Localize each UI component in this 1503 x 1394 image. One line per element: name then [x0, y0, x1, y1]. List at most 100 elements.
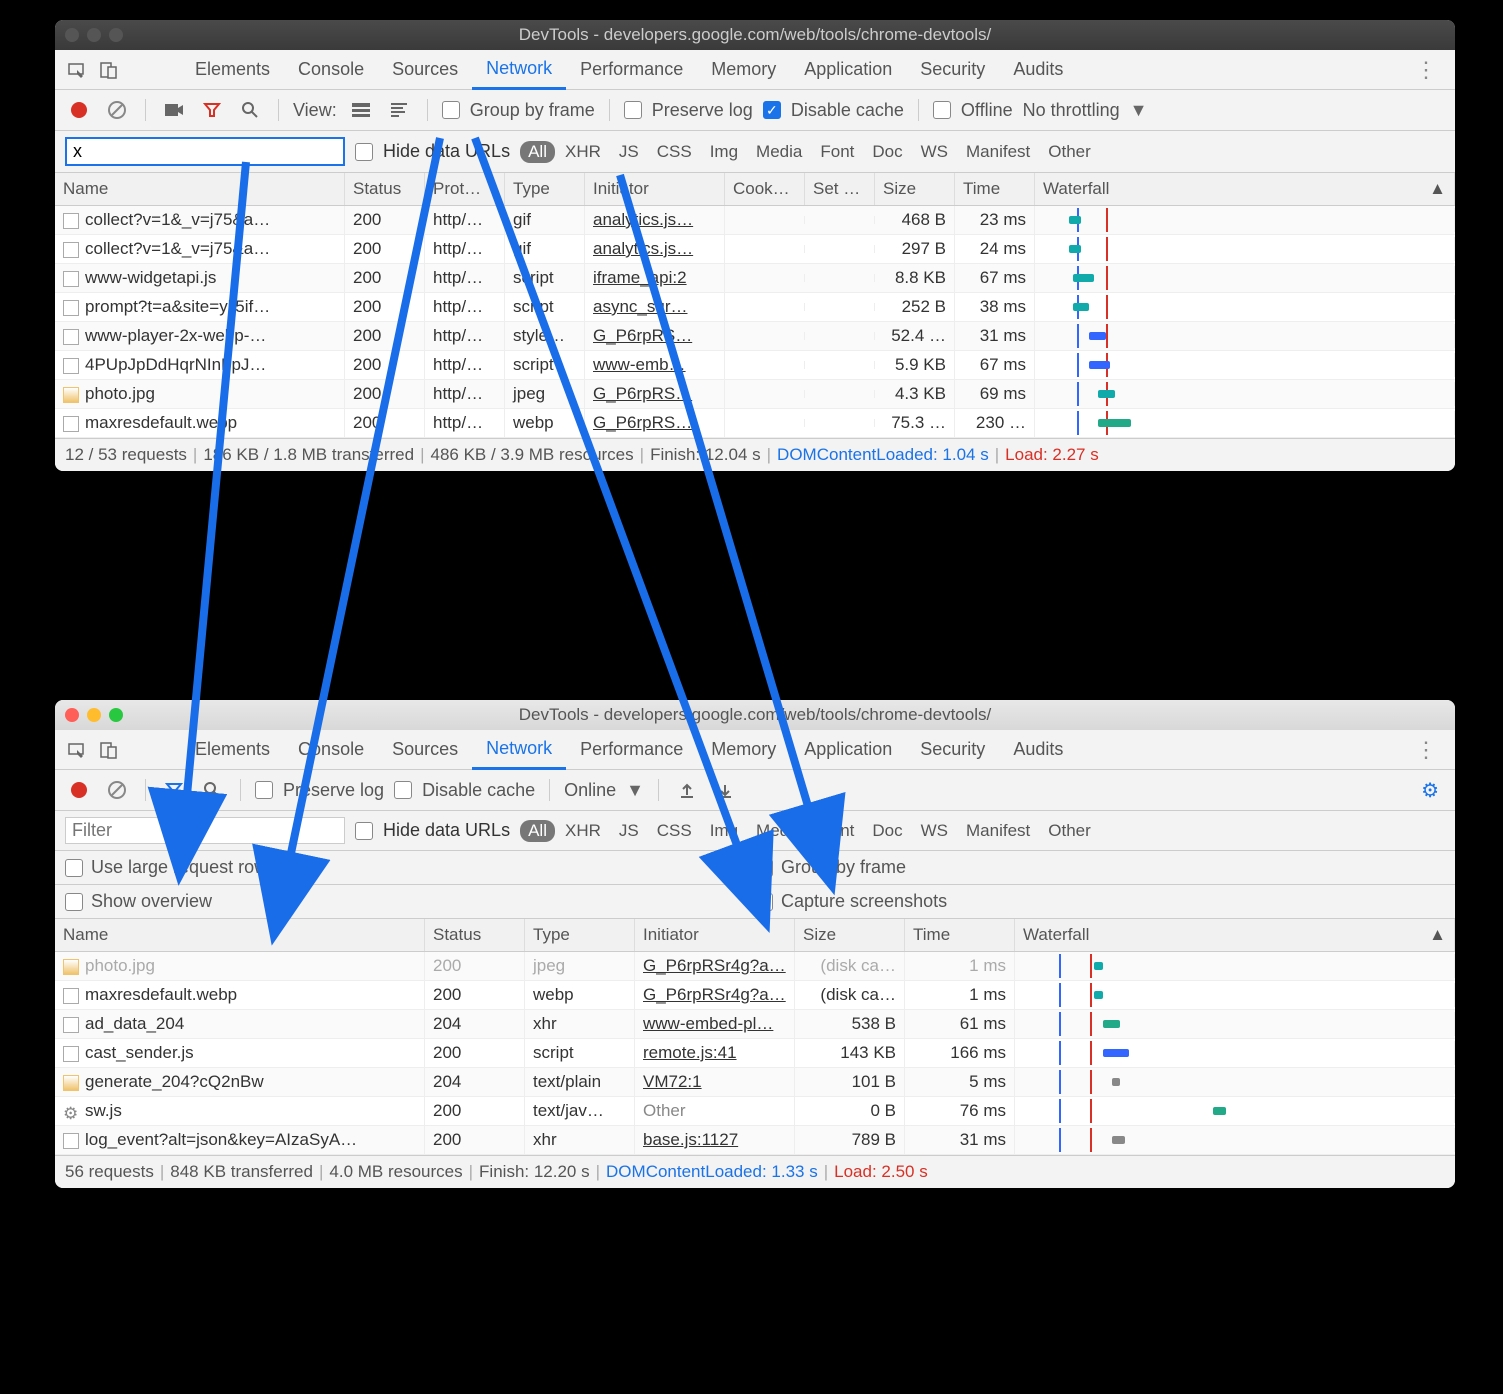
- upload-icon[interactable]: [673, 776, 701, 804]
- disable-cache-checkbox[interactable]: [394, 781, 412, 799]
- column-header[interactable]: Cook…: [725, 173, 805, 205]
- initiator-link[interactable]: remote.js:41: [643, 1043, 737, 1062]
- filter-input[interactable]: [65, 817, 345, 844]
- filter-type-all[interactable]: All: [520, 141, 555, 163]
- column-header[interactable]: Type: [505, 173, 585, 205]
- offline-checkbox[interactable]: [933, 101, 951, 119]
- tab-console[interactable]: Console: [284, 730, 378, 770]
- table-row[interactable]: log_event?alt=json&key=AIzaSyA…200xhrbas…: [55, 1126, 1455, 1155]
- traffic-lights[interactable]: [65, 28, 123, 42]
- table-row[interactable]: collect?v=1&_v=j75&a…200http/…gifanalyti…: [55, 206, 1455, 235]
- column-header[interactable]: Name: [55, 919, 425, 951]
- initiator-link[interactable]: async_sur…: [593, 297, 687, 316]
- table-row[interactable]: ad_data_204204xhrwww-embed-pl…538 B61 ms: [55, 1010, 1455, 1039]
- filter-type-doc[interactable]: Doc: [864, 820, 910, 842]
- initiator-link[interactable]: G_P6rpRS…: [593, 326, 692, 345]
- filter-type-js[interactable]: JS: [611, 141, 647, 163]
- capture-screenshots-checkbox[interactable]: [755, 893, 773, 911]
- filter-type-js[interactable]: JS: [611, 820, 647, 842]
- close-dot[interactable]: [65, 708, 79, 722]
- group-by-frame-checkbox[interactable]: [442, 101, 460, 119]
- tab-elements[interactable]: Elements: [181, 50, 284, 90]
- tab-elements[interactable]: Elements: [181, 730, 284, 770]
- table-row[interactable]: maxresdefault.webp200webpG_P6rpRSr4g?a…(…: [55, 981, 1455, 1010]
- filter-type-media[interactable]: Media: [748, 820, 810, 842]
- search-icon[interactable]: [236, 96, 264, 124]
- initiator-link[interactable]: base.js:1127: [643, 1130, 738, 1149]
- zoom-dot[interactable]: [109, 708, 123, 722]
- hide-data-urls-checkbox[interactable]: [355, 822, 373, 840]
- column-header[interactable]: Name: [55, 173, 345, 205]
- dropdown-icon[interactable]: ▼: [626, 780, 644, 801]
- dropdown-icon[interactable]: ▼: [1130, 100, 1148, 121]
- initiator-link[interactable]: www-embed-pl…: [643, 1014, 773, 1033]
- initiator-link[interactable]: G_P6rpRSr4g?a…: [643, 956, 786, 975]
- device-toggle-icon[interactable]: [95, 736, 123, 764]
- camera-icon[interactable]: [160, 96, 188, 124]
- filter-type-xhr[interactable]: XHR: [557, 141, 609, 163]
- table-row[interactable]: maxresdefault.webp200http/…webpG_P6rpRS……: [55, 409, 1455, 438]
- initiator-link[interactable]: www-emb…: [593, 355, 686, 374]
- column-header[interactable]: Prot…: [425, 173, 505, 205]
- initiator-link[interactable]: G_P6rpRSr4g?a…: [643, 985, 786, 1004]
- filter-type-media[interactable]: Media: [748, 141, 810, 163]
- minimize-dot[interactable]: [87, 708, 101, 722]
- filter-type-ws[interactable]: WS: [913, 141, 956, 163]
- initiator-link[interactable]: analytics.js…: [593, 210, 693, 229]
- filter-type-img[interactable]: Img: [702, 820, 746, 842]
- large-rows-icon[interactable]: [347, 96, 375, 124]
- tab-network[interactable]: Network: [472, 50, 566, 90]
- filter-type-other[interactable]: Other: [1040, 820, 1099, 842]
- more-icon[interactable]: ⋮: [1405, 57, 1447, 83]
- table-row[interactable]: cast_sender.js200scriptremote.js:41143 K…: [55, 1039, 1455, 1068]
- tab-memory[interactable]: Memory: [697, 730, 790, 770]
- column-header[interactable]: Time: [905, 919, 1015, 951]
- table-row[interactable]: www-player-2x-webp-…200http/…style…G_P6r…: [55, 322, 1455, 351]
- filter-input[interactable]: [65, 137, 345, 166]
- download-icon[interactable]: [711, 776, 739, 804]
- filter-icon[interactable]: [160, 776, 188, 804]
- tab-performance[interactable]: Performance: [566, 50, 697, 90]
- tab-network[interactable]: Network: [472, 730, 566, 770]
- close-dot[interactable]: [65, 28, 79, 42]
- column-header[interactable]: Status: [425, 919, 525, 951]
- filter-type-xhr[interactable]: XHR: [557, 820, 609, 842]
- large-rows-checkbox[interactable]: [65, 859, 83, 877]
- column-header[interactable]: Waterfall ▲: [1015, 919, 1455, 951]
- more-icon[interactable]: ⋮: [1405, 737, 1447, 763]
- filter-type-font[interactable]: Font: [812, 820, 862, 842]
- tab-security[interactable]: Security: [906, 730, 999, 770]
- tab-sources[interactable]: Sources: [378, 730, 472, 770]
- zoom-dot[interactable]: [109, 28, 123, 42]
- column-header[interactable]: Size: [795, 919, 905, 951]
- table-row[interactable]: photo.jpg200http/…jpegG_P6rpRS…4.3 KB69 …: [55, 380, 1455, 409]
- traffic-lights[interactable]: [65, 708, 123, 722]
- clear-icon[interactable]: [103, 776, 131, 804]
- tab-audits[interactable]: Audits: [999, 730, 1077, 770]
- overview-icon[interactable]: [385, 96, 413, 124]
- hide-data-urls-checkbox[interactable]: [355, 143, 373, 161]
- table-row[interactable]: photo.jpg200jpegG_P6rpRSr4g?a…(disk ca…1…: [55, 952, 1455, 981]
- table-row[interactable]: collect?v=1&_v=j75&a…200http/…gifanalyti…: [55, 235, 1455, 264]
- initiator-link[interactable]: G_P6rpRS…: [593, 384, 692, 403]
- initiator-link[interactable]: iframe_api:2: [593, 268, 687, 287]
- filter-type-css[interactable]: CSS: [649, 141, 700, 163]
- filter-type-img[interactable]: Img: [702, 141, 746, 163]
- settings-gear-icon[interactable]: ⚙: [1415, 778, 1445, 803]
- filter-icon[interactable]: [198, 96, 226, 124]
- table-row[interactable]: prompt?t=a&site=ylj5if…200http/…scriptas…: [55, 293, 1455, 322]
- filter-type-ws[interactable]: WS: [913, 820, 956, 842]
- column-header[interactable]: Status: [345, 173, 425, 205]
- show-overview-checkbox[interactable]: [65, 893, 83, 911]
- column-header[interactable]: Waterfall ▲: [1035, 173, 1455, 205]
- initiator-link[interactable]: analytics.js…: [593, 239, 693, 258]
- minimize-dot[interactable]: [87, 28, 101, 42]
- record-button[interactable]: [65, 96, 93, 124]
- initiator-link[interactable]: Other: [643, 1101, 686, 1120]
- clear-icon[interactable]: [103, 96, 131, 124]
- filter-type-css[interactable]: CSS: [649, 820, 700, 842]
- column-header[interactable]: Initiator: [635, 919, 795, 951]
- initiator-link[interactable]: VM72:1: [643, 1072, 702, 1091]
- tab-memory[interactable]: Memory: [697, 50, 790, 90]
- filter-type-all[interactable]: All: [520, 820, 555, 842]
